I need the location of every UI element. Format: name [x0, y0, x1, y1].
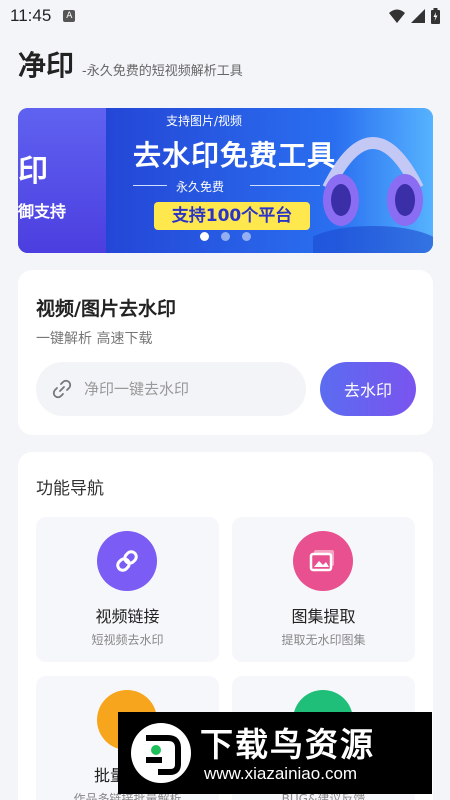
feature-nav-title: 功能导航 [36, 479, 104, 499]
feature-album-extract[interactable]: 图集提取 提取无水印图集 [232, 517, 415, 662]
status-time: 11:45 [10, 6, 52, 25]
watermark-remove-card: 视频/图片去水印 一键解析 高速下载 去水印 [18, 270, 433, 435]
link-input-field[interactable] [36, 362, 306, 416]
card-subtitle: 一键解析 高速下载 [36, 331, 153, 347]
signal-icon [411, 9, 425, 23]
feature-desc: 短视频去水印 [91, 633, 164, 647]
link-icon [97, 531, 157, 591]
banner-tag: 支持图片/视频 [166, 114, 243, 128]
carousel-dot[interactable] [242, 232, 251, 241]
banner-divider [250, 185, 320, 186]
watermark-title: 下载鸟资源 [200, 725, 375, 764]
battery-icon [431, 8, 440, 24]
banner-free-text: 永久免费 [176, 180, 225, 194]
feature-label: 图集提取 [291, 607, 356, 626]
wifi-icon [389, 9, 405, 23]
app-title: 净印 [18, 49, 75, 82]
link-input[interactable] [84, 380, 274, 398]
banner-platform-pill: 支持100个平台 [154, 202, 310, 230]
remove-watermark-button[interactable]: 去水印 [320, 362, 416, 416]
image-icon [293, 531, 353, 591]
app-subtitle: -永久免费的短视频解析工具 [82, 64, 243, 79]
banner-prev-text: 印 [18, 154, 48, 189]
feature-video-link[interactable]: 视频链接 短视频去水印 [36, 517, 219, 662]
banner-divider [133, 185, 167, 186]
bird-logo-icon [131, 723, 191, 783]
status-bar: 11:45 A [0, 0, 450, 32]
banner-headline: 去水印免费工具 [133, 139, 337, 172]
site-watermark-overlay: 下载鸟资源 www.xiazainiao.com [118, 712, 432, 794]
app-header: 净印 -永久免费的短视频解析工具 [18, 44, 243, 84]
notification-icon: A [63, 10, 76, 22]
promo-banner[interactable]: 印 御支持 支持图片/视频 去水印免费工具 永久免费 支持100个平台 [18, 108, 433, 253]
feature-label: 视频链接 [95, 607, 160, 626]
card-title: 视频/图片去水印 [36, 298, 176, 320]
carousel-indicator [18, 232, 433, 241]
feature-desc: 提取无水印图集 [281, 633, 366, 647]
carousel-dot[interactable] [221, 232, 230, 241]
status-icons [389, 8, 440, 24]
link-icon [52, 379, 72, 399]
banner-prev-text-2: 御支持 [18, 202, 67, 221]
carousel-dot[interactable] [200, 232, 209, 241]
watermark-url: www.xiazainiao.com [204, 764, 358, 783]
